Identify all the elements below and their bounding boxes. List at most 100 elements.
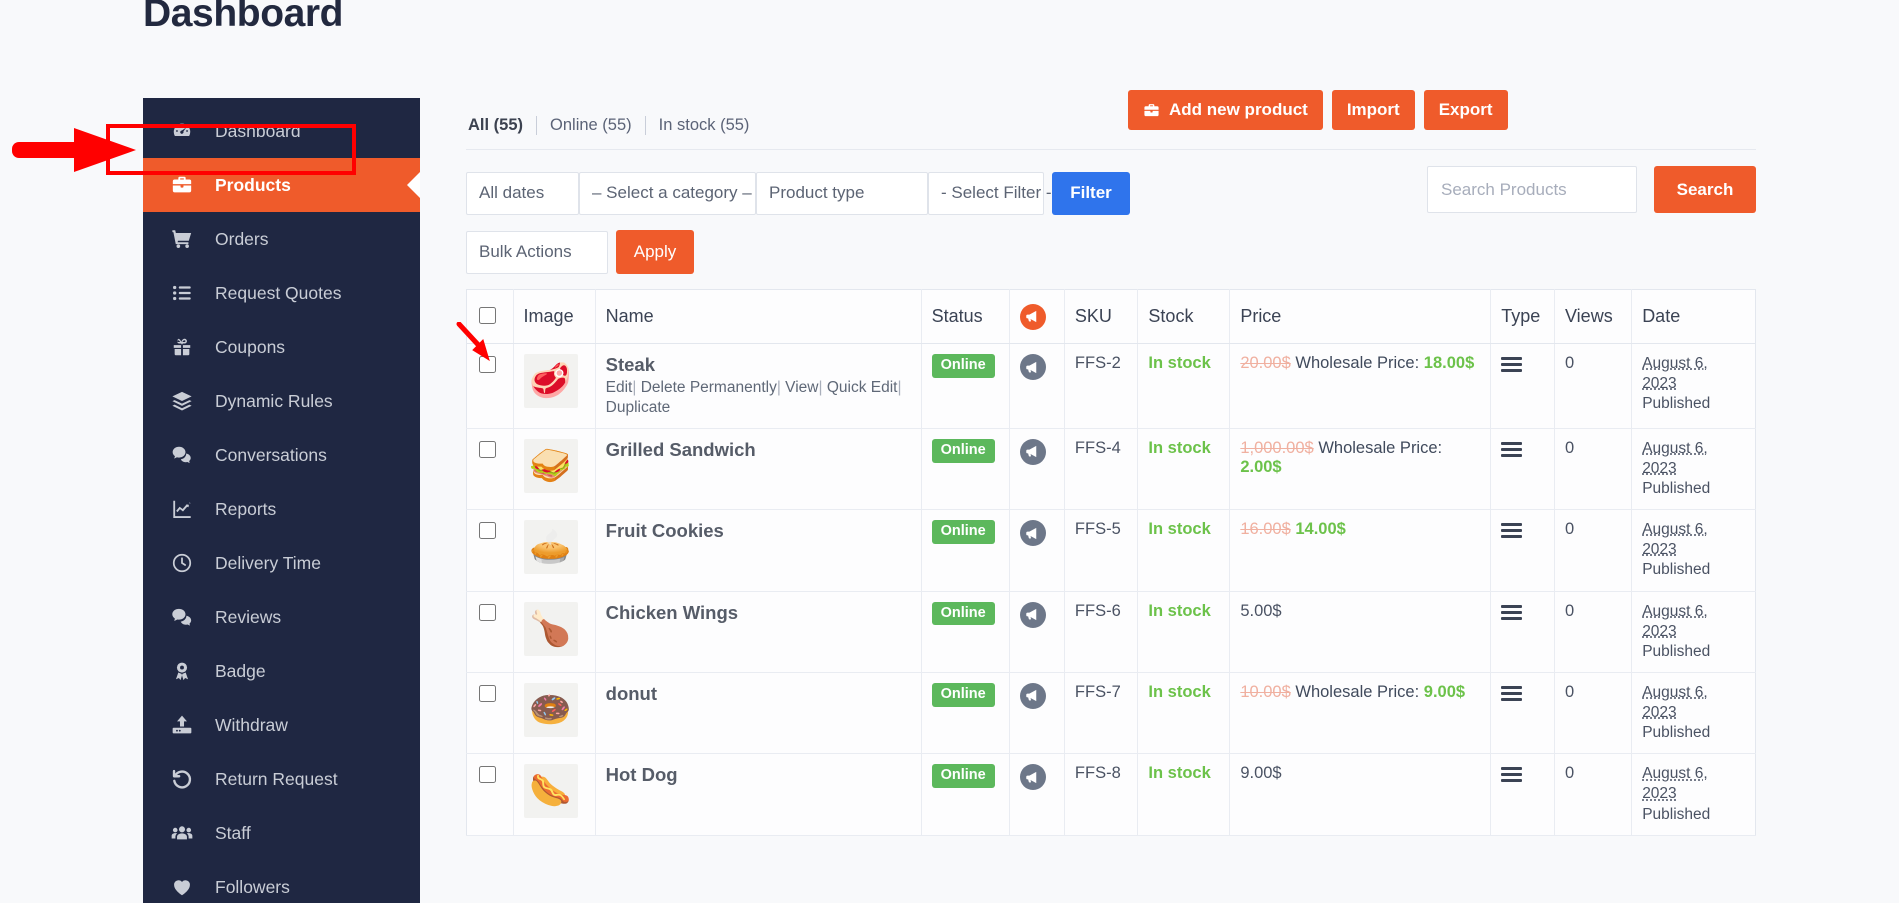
row-checkbox[interactable] [479,522,496,539]
promo-megaphone-icon[interactable] [1020,354,1046,380]
product-thumbnail[interactable]: 🍩 [524,683,578,737]
search-input[interactable] [1427,166,1637,213]
select-filter-select[interactable]: - Select Filter - [928,172,1044,215]
date-value: August 6, 2023 [1642,603,1708,640]
sidebar-item-return-request[interactable]: Return Request [143,752,420,806]
sidebar-item-followers[interactable]: Followers [143,860,420,903]
promo-megaphone-icon[interactable] [1020,520,1046,546]
status-link-2[interactable]: In stock (55) [645,116,763,135]
product-thumbnail[interactable]: 🥩 [524,354,578,408]
sidebar-item-coupons[interactable]: Coupons [143,320,420,374]
bulk-actions-select[interactable]: Bulk Actions [466,231,608,274]
sidebar-item-conversations[interactable]: Conversations [143,428,420,482]
view-link[interactable]: View [785,379,818,396]
apply-button[interactable]: Apply [616,230,694,274]
sidebar-item-staff[interactable]: Staff [143,806,420,860]
table-row: 🥪 Grilled Sandwich Online FFS-4 In stock 1,00… [467,428,1756,509]
sidebar-item-label: Conversations [215,445,327,466]
hamburger-type-icon[interactable] [1501,605,1522,620]
column-header-image[interactable]: Image [513,290,595,344]
sidebar-item-dynamic-rules[interactable]: Dynamic Rules [143,374,420,428]
column-header-name[interactable]: Name [595,290,921,344]
filter-button[interactable]: Filter [1052,172,1130,215]
row-checkbox[interactable] [479,766,496,783]
hamburger-type-icon[interactable] [1501,767,1522,782]
status-badge: Online [932,439,995,463]
sidebar-item-label: Coupons [215,337,285,358]
sidebar-item-delivery-time[interactable]: Delivery Time [143,536,420,590]
product-thumbnail[interactable]: 🌭 [524,764,578,818]
sidebar-item-dashboard[interactable]: Dashboard [143,104,420,158]
date-value: August 6, 2023 [1642,521,1708,558]
price-original: 10.00$ [1240,683,1290,701]
sidebar-item-products[interactable]: Products [143,158,420,212]
price-original: 20.00$ [1240,354,1290,372]
column-header-stock[interactable]: Stock [1138,290,1230,344]
date-filter-select[interactable]: All dates [466,172,579,215]
wholesale-price-label: Wholesale Price: [1318,439,1442,457]
action-separator: | [777,379,781,396]
product-thumbnail[interactable]: 🥧 [524,520,578,574]
product-name[interactable]: Steak [606,354,911,376]
sidebar-item-label: Reviews [215,607,281,628]
date-status: Published [1642,480,1710,497]
row-checkbox[interactable] [479,604,496,621]
status-badge: Online [932,764,995,788]
sidebar-item-request-quotes[interactable]: Request Quotes [143,266,420,320]
product-thumbnail[interactable]: 🍗 [524,602,578,656]
product-image-cell: 🍩 [513,672,595,753]
duplicate-link[interactable]: Duplicate [606,399,671,416]
price-original: 16.00$ [1240,520,1290,538]
row-checkbox[interactable] [479,685,496,702]
product-name[interactable]: Grilled Sandwich [606,439,911,461]
sidebar-item-label: Followers [215,877,290,898]
product-thumbnail[interactable]: 🥪 [524,439,578,493]
promo-megaphone-icon [1020,304,1046,330]
promo-megaphone-icon[interactable] [1020,683,1046,709]
product-type-filter-select[interactable]: Product type [756,172,928,215]
action-separator: | [819,379,823,396]
promo-megaphone-icon[interactable] [1020,439,1046,465]
product-name[interactable]: donut [606,683,911,705]
product-name[interactable]: Hot Dog [606,764,911,786]
sidebar-item-withdraw[interactable]: Withdraw [143,698,420,752]
add-new-product-button[interactable]: Add new product [1128,90,1323,130]
sidebar-item-label: Dynamic Rules [215,391,333,412]
column-header-status[interactable]: Status [921,290,1009,344]
hamburger-type-icon[interactable] [1501,523,1522,538]
category-filter-select[interactable]: – Select a category – [579,172,756,215]
status-link-0[interactable]: All (55) [468,116,536,135]
hamburger-type-icon[interactable] [1501,686,1522,701]
product-name[interactable]: Chicken Wings [606,602,911,624]
price-current: 14.00$ [1295,520,1345,538]
column-header-price[interactable]: Price [1230,290,1491,344]
column-header-views[interactable]: Views [1555,290,1632,344]
column-header-date[interactable]: Date [1632,290,1756,344]
row-checkbox[interactable] [479,356,496,373]
sidebar-item-badge[interactable]: Badge [143,644,420,698]
status-link-1[interactable]: Online (55) [536,116,645,135]
column-header-sku[interactable]: SKU [1064,290,1138,344]
hamburger-type-icon[interactable] [1501,442,1522,457]
sidebar-item-label: Return Request [215,769,338,790]
column-header-type[interactable]: Type [1491,290,1555,344]
promo-megaphone-icon[interactable] [1020,764,1046,790]
delete-permanently-link[interactable]: Delete Permanently [641,379,777,396]
select-all-checkbox[interactable] [479,307,496,324]
search-button[interactable]: Search [1654,166,1756,213]
sidebar-item-reviews[interactable]: Reviews [143,590,420,644]
promo-cell [1009,591,1064,672]
edit-link[interactable]: Edit [606,379,633,396]
sidebar-item-orders[interactable]: Orders [143,212,420,266]
quick-edit-link[interactable]: Quick Edit [827,379,898,396]
row-checkbox[interactable] [479,441,496,458]
sidebar-item-reports[interactable]: Reports [143,482,420,536]
gauge-icon [171,120,205,142]
import-button[interactable]: Import [1332,90,1415,130]
promo-megaphone-icon[interactable] [1020,602,1046,628]
column-header-promo[interactable] [1009,290,1064,344]
hamburger-type-icon[interactable] [1501,357,1522,372]
stock-cell: In stock [1138,510,1230,591]
export-button[interactable]: Export [1424,90,1508,130]
product-name[interactable]: Fruit Cookies [606,520,911,542]
